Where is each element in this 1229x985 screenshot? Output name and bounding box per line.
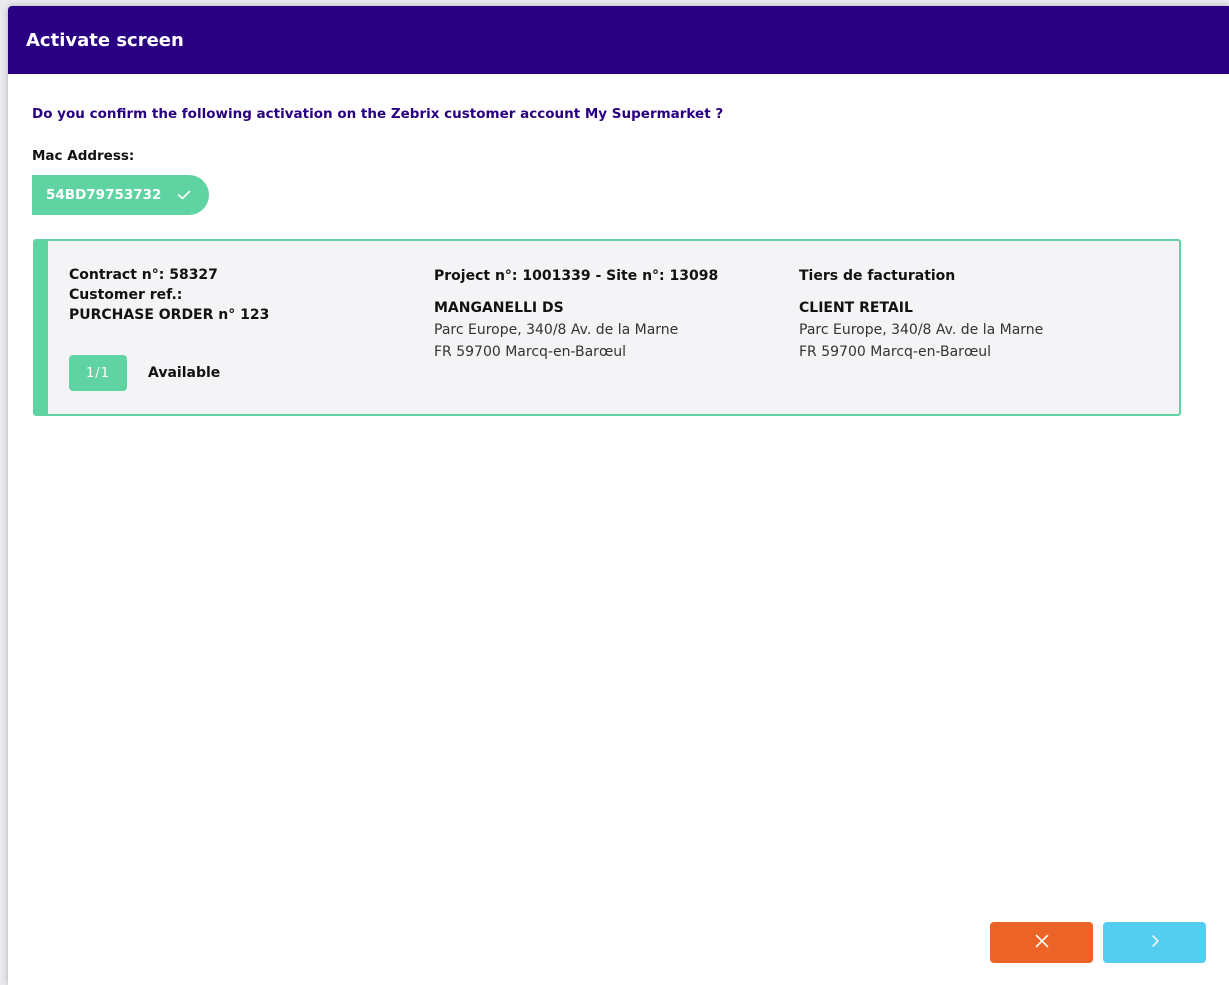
next-button[interactable] xyxy=(1103,922,1206,963)
close-icon xyxy=(1034,933,1050,952)
dialog-body: Do you confirm the following activation … xyxy=(8,106,1229,215)
customer-ref-value: PURCHASE ORDER n° 123 xyxy=(69,307,270,323)
contract-number: Contract n°: 58327 xyxy=(69,267,218,283)
site-address-line1: Parc Europe, 340/8 Av. de la Marne xyxy=(434,322,679,338)
mac-address-label: Mac Address: xyxy=(32,148,135,164)
cancel-button[interactable] xyxy=(990,922,1093,963)
check-icon xyxy=(177,190,191,200)
availability-count-badge: 1/1 xyxy=(69,355,127,391)
availability: 1/1 Available xyxy=(69,355,220,391)
project-site-number: Project n°: 1001339 - Site n°: 13098 xyxy=(434,268,719,284)
billing-title: Tiers de facturation xyxy=(799,268,956,284)
billing-info: Tiers de facturation CLIENT RETAIL Parc … xyxy=(799,265,1159,363)
billing-company-name: CLIENT RETAIL xyxy=(799,300,913,316)
site-company-name: MANGANELLI DS xyxy=(434,300,564,316)
activate-screen-dialog: Activate screen Do you confirm the follo… xyxy=(8,6,1229,985)
chevron-right-icon xyxy=(1150,933,1160,952)
contract-info: Contract n°: 58327 Customer ref.: PURCHA… xyxy=(69,265,409,325)
dialog-title: Activate screen xyxy=(26,29,184,51)
project-info: Project n°: 1001339 - Site n°: 13098 MAN… xyxy=(434,265,774,363)
availability-label: Available xyxy=(148,365,221,381)
billing-address-line2: FR 59700 Marcq-en-Barœul xyxy=(799,344,992,360)
billing-address-line1: Parc Europe, 340/8 Av. de la Marne xyxy=(799,322,1044,338)
customer-ref-label: Customer ref.: xyxy=(69,287,183,303)
site-address-line2: FR 59700 Marcq-en-Barœul xyxy=(434,344,627,360)
mac-address-value: 54BD79753732 xyxy=(46,187,162,203)
confirmation-question: Do you confirm the following activation … xyxy=(32,106,724,122)
dialog-header: Activate screen xyxy=(8,6,1229,74)
contract-card[interactable]: Contract n°: 58327 Customer ref.: PURCHA… xyxy=(33,239,1181,416)
mac-address-chip: 54BD79753732 xyxy=(32,175,210,215)
